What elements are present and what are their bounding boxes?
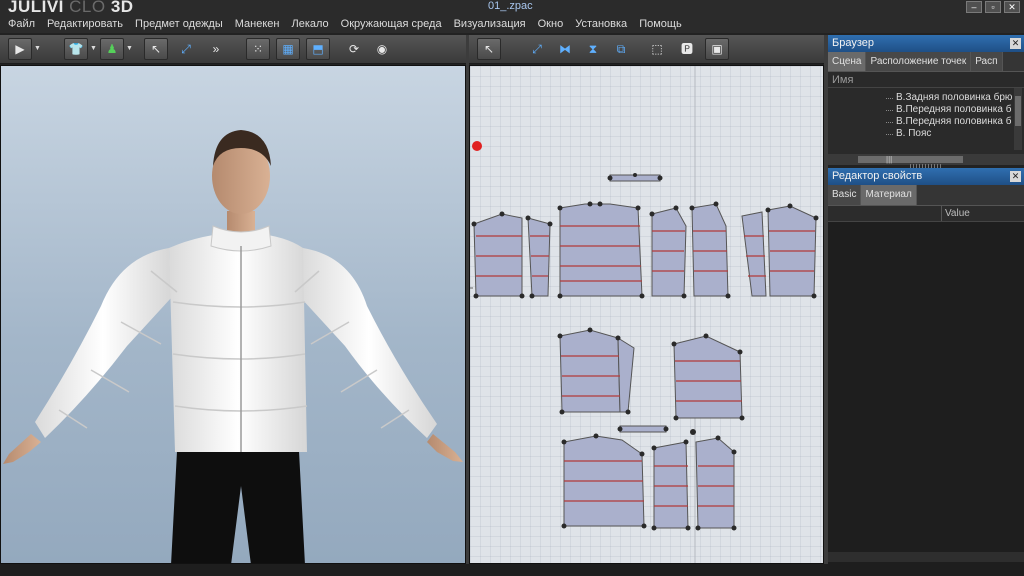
property-name-column [828,206,942,221]
app-window: JULIVI CLO 3D 01_.zpac – ▫ ✕ Файл Редакт… [0,0,1024,576]
tab-layout-more[interactable]: Расп [971,52,1003,71]
close-button[interactable]: ✕ [1004,1,1020,13]
origin-marker-icon [472,141,482,151]
tree-item[interactable]: B.Передняя половинка б [828,104,1024,116]
browser-title: Браузер ✕ [828,35,1024,52]
toolbar-2d: ↖ ⤢ ⧓ ⧗ ⧉ ⬚ 🅿 ▣ [469,35,824,64]
scene-tree: B.Задняя половинка брю B.Передняя полови… [828,88,1024,140]
menu-environment[interactable]: Окружающая среда [335,17,448,31]
avatar-dropdown-icon[interactable]: ▼ [126,38,133,60]
avatar-figure [3,130,463,563]
browser-panel: Браузер ✕ Сцена Расположение точек Расп … [828,35,1024,165]
menu-pattern[interactable]: Лекало [285,17,334,31]
browser-tabs: Сцена Расположение точек Расп [828,52,1024,72]
tab-scene[interactable]: Сцена [828,52,867,71]
document-title: 01_.zpac [488,0,533,12]
menu-avatar[interactable]: Манекен [229,17,286,31]
garment-dropdown-icon[interactable]: ▼ [90,38,97,60]
tack-icon[interactable]: ⬒ [306,38,330,60]
property-tabs: Basic Материал [828,185,1024,206]
rotate-icon[interactable]: ⟳ [342,38,366,60]
select-icon[interactable]: ↖ [144,38,168,60]
browser-vertical-scrollbar[interactable] [1014,88,1022,150]
tab-basic[interactable]: Basic [828,185,862,205]
viewport-3d[interactable] [0,65,466,564]
app-logo: JULIVI CLO 3D [8,0,134,16]
curve-icon[interactable]: ⧗ [581,38,605,60]
more-tools-icon[interactable]: » [209,38,223,60]
texture-icon[interactable]: ▣ [705,38,729,60]
value-column-header: Value [945,208,970,219]
play-dropdown-icon[interactable]: ▼ [34,38,41,60]
menu-settings[interactable]: Установка [569,17,633,31]
menu-help[interactable]: Помощь [633,17,688,31]
menu-window[interactable]: Окно [532,17,570,31]
minimize-button[interactable]: – [966,1,982,13]
property-scrollbar[interactable] [828,552,1024,562]
fold-icon[interactable]: ▦ [276,38,300,60]
menu-file[interactable]: Файл [2,17,41,31]
tree-item[interactable]: B. Пояс [828,128,1024,140]
menu-render[interactable]: Визуализация [448,17,532,31]
garment-icon[interactable]: 👕 [64,38,88,60]
property-table-header: Value [828,206,1024,222]
view-icon[interactable]: ◉ [370,38,394,60]
pattern-window-2d[interactable] [469,65,824,564]
tab-point-layout[interactable]: Расположение точек [866,52,972,71]
scroll-grip: ||| [886,155,893,164]
tree-item[interactable]: B.Передняя половинка б [828,116,1024,128]
tab-material[interactable]: Материал [861,185,917,205]
menu-garment[interactable]: Предмет одежды [129,17,229,31]
pattern-select-icon[interactable]: ↖ [477,38,501,60]
name-column-header: Имя [828,72,1024,88]
property-editor-title: Редактор свойств ✕ [828,168,1024,185]
property-editor-panel: Редактор свойств ✕ Basic Материал Value [828,168,1024,564]
move-icon[interactable]: ⤢ [174,38,198,60]
play-icon[interactable]: ▶ [8,38,32,60]
close-icon[interactable]: ✕ [1010,38,1021,49]
title-bar: JULIVI CLO 3D 01_.zpac – ▫ ✕ Файл Редакт… [0,0,1024,33]
close-icon[interactable]: ✕ [1010,171,1021,182]
restore-button[interactable]: ▫ [985,1,1001,13]
segment-icon[interactable]: ⧓ [553,38,577,60]
points-icon[interactable]: ⁙ [246,38,270,60]
pin-icon[interactable]: 🅿 [675,38,699,60]
avatar-icon[interactable]: ♟ [100,38,124,60]
menu-edit[interactable]: Редактировать [41,17,129,31]
menu-bar: Файл Редактировать Предмет одежды Манеке… [2,17,688,31]
window-controls: – ▫ ✕ [966,1,1020,13]
tree-item[interactable]: B.Задняя половинка брю [828,92,1024,104]
pattern-view-icon[interactable]: ⬚ [645,38,669,60]
transform-icon[interactable]: ⤢ [525,38,549,60]
status-bar [0,564,1024,576]
sewing-icon[interactable]: ⧉ [609,38,633,60]
toolbar-3d: ▶ ▼ 👕 ▼ ♟ ▼ ↖ ⤢ » ⁙ ▦ ⬒ ⟳ ◉ [0,35,466,64]
pattern-pieces [470,66,819,563]
